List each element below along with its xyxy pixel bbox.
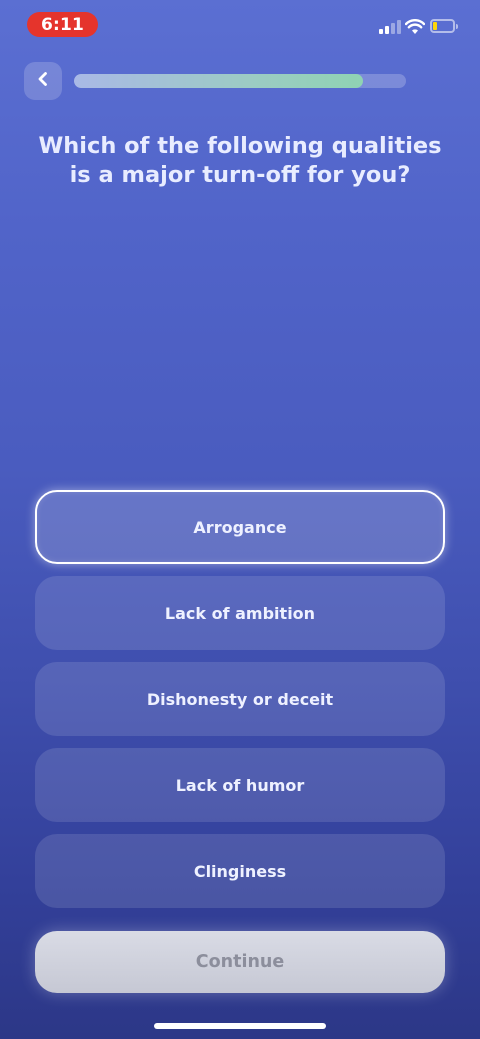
option-label: Lack of ambition [164, 603, 316, 623]
home-indicator[interactable] [154, 1023, 326, 1029]
back-button[interactable] [24, 62, 62, 100]
answer-options: Arrogance Lack of ambition Dishonesty or… [35, 490, 445, 920]
option-lack-of-humor[interactable]: Lack of humor [35, 748, 445, 822]
option-lack-of-ambition[interactable]: Lack of ambition [35, 576, 445, 650]
option-dishonesty-or-deceit[interactable]: Dishonesty or deceit [35, 662, 445, 736]
option-arrogance[interactable]: Arrogance [35, 490, 445, 564]
quiz-progress-fill [74, 74, 363, 88]
battery-level [433, 22, 437, 30]
question-title: Which of the following qualities is a ma… [38, 133, 442, 188]
battery-icon [430, 19, 458, 33]
status-time: 6:11 [27, 12, 98, 37]
quiz-progress-bar [74, 74, 406, 88]
option-label: Clinginess [193, 861, 287, 881]
status-bar: 6:11 [0, 0, 480, 50]
option-clinginess[interactable]: Clinginess [35, 834, 445, 908]
option-label: Arrogance [193, 517, 287, 537]
wifi-icon [404, 19, 426, 35]
option-label: Dishonesty or deceit [146, 689, 334, 709]
option-label: Lack of humor [175, 775, 305, 795]
continue-label: Continue [195, 952, 285, 972]
continue-button[interactable]: Continue [35, 931, 445, 993]
chevron-left-icon [36, 71, 50, 91]
cellular-signal-icon [379, 20, 401, 34]
